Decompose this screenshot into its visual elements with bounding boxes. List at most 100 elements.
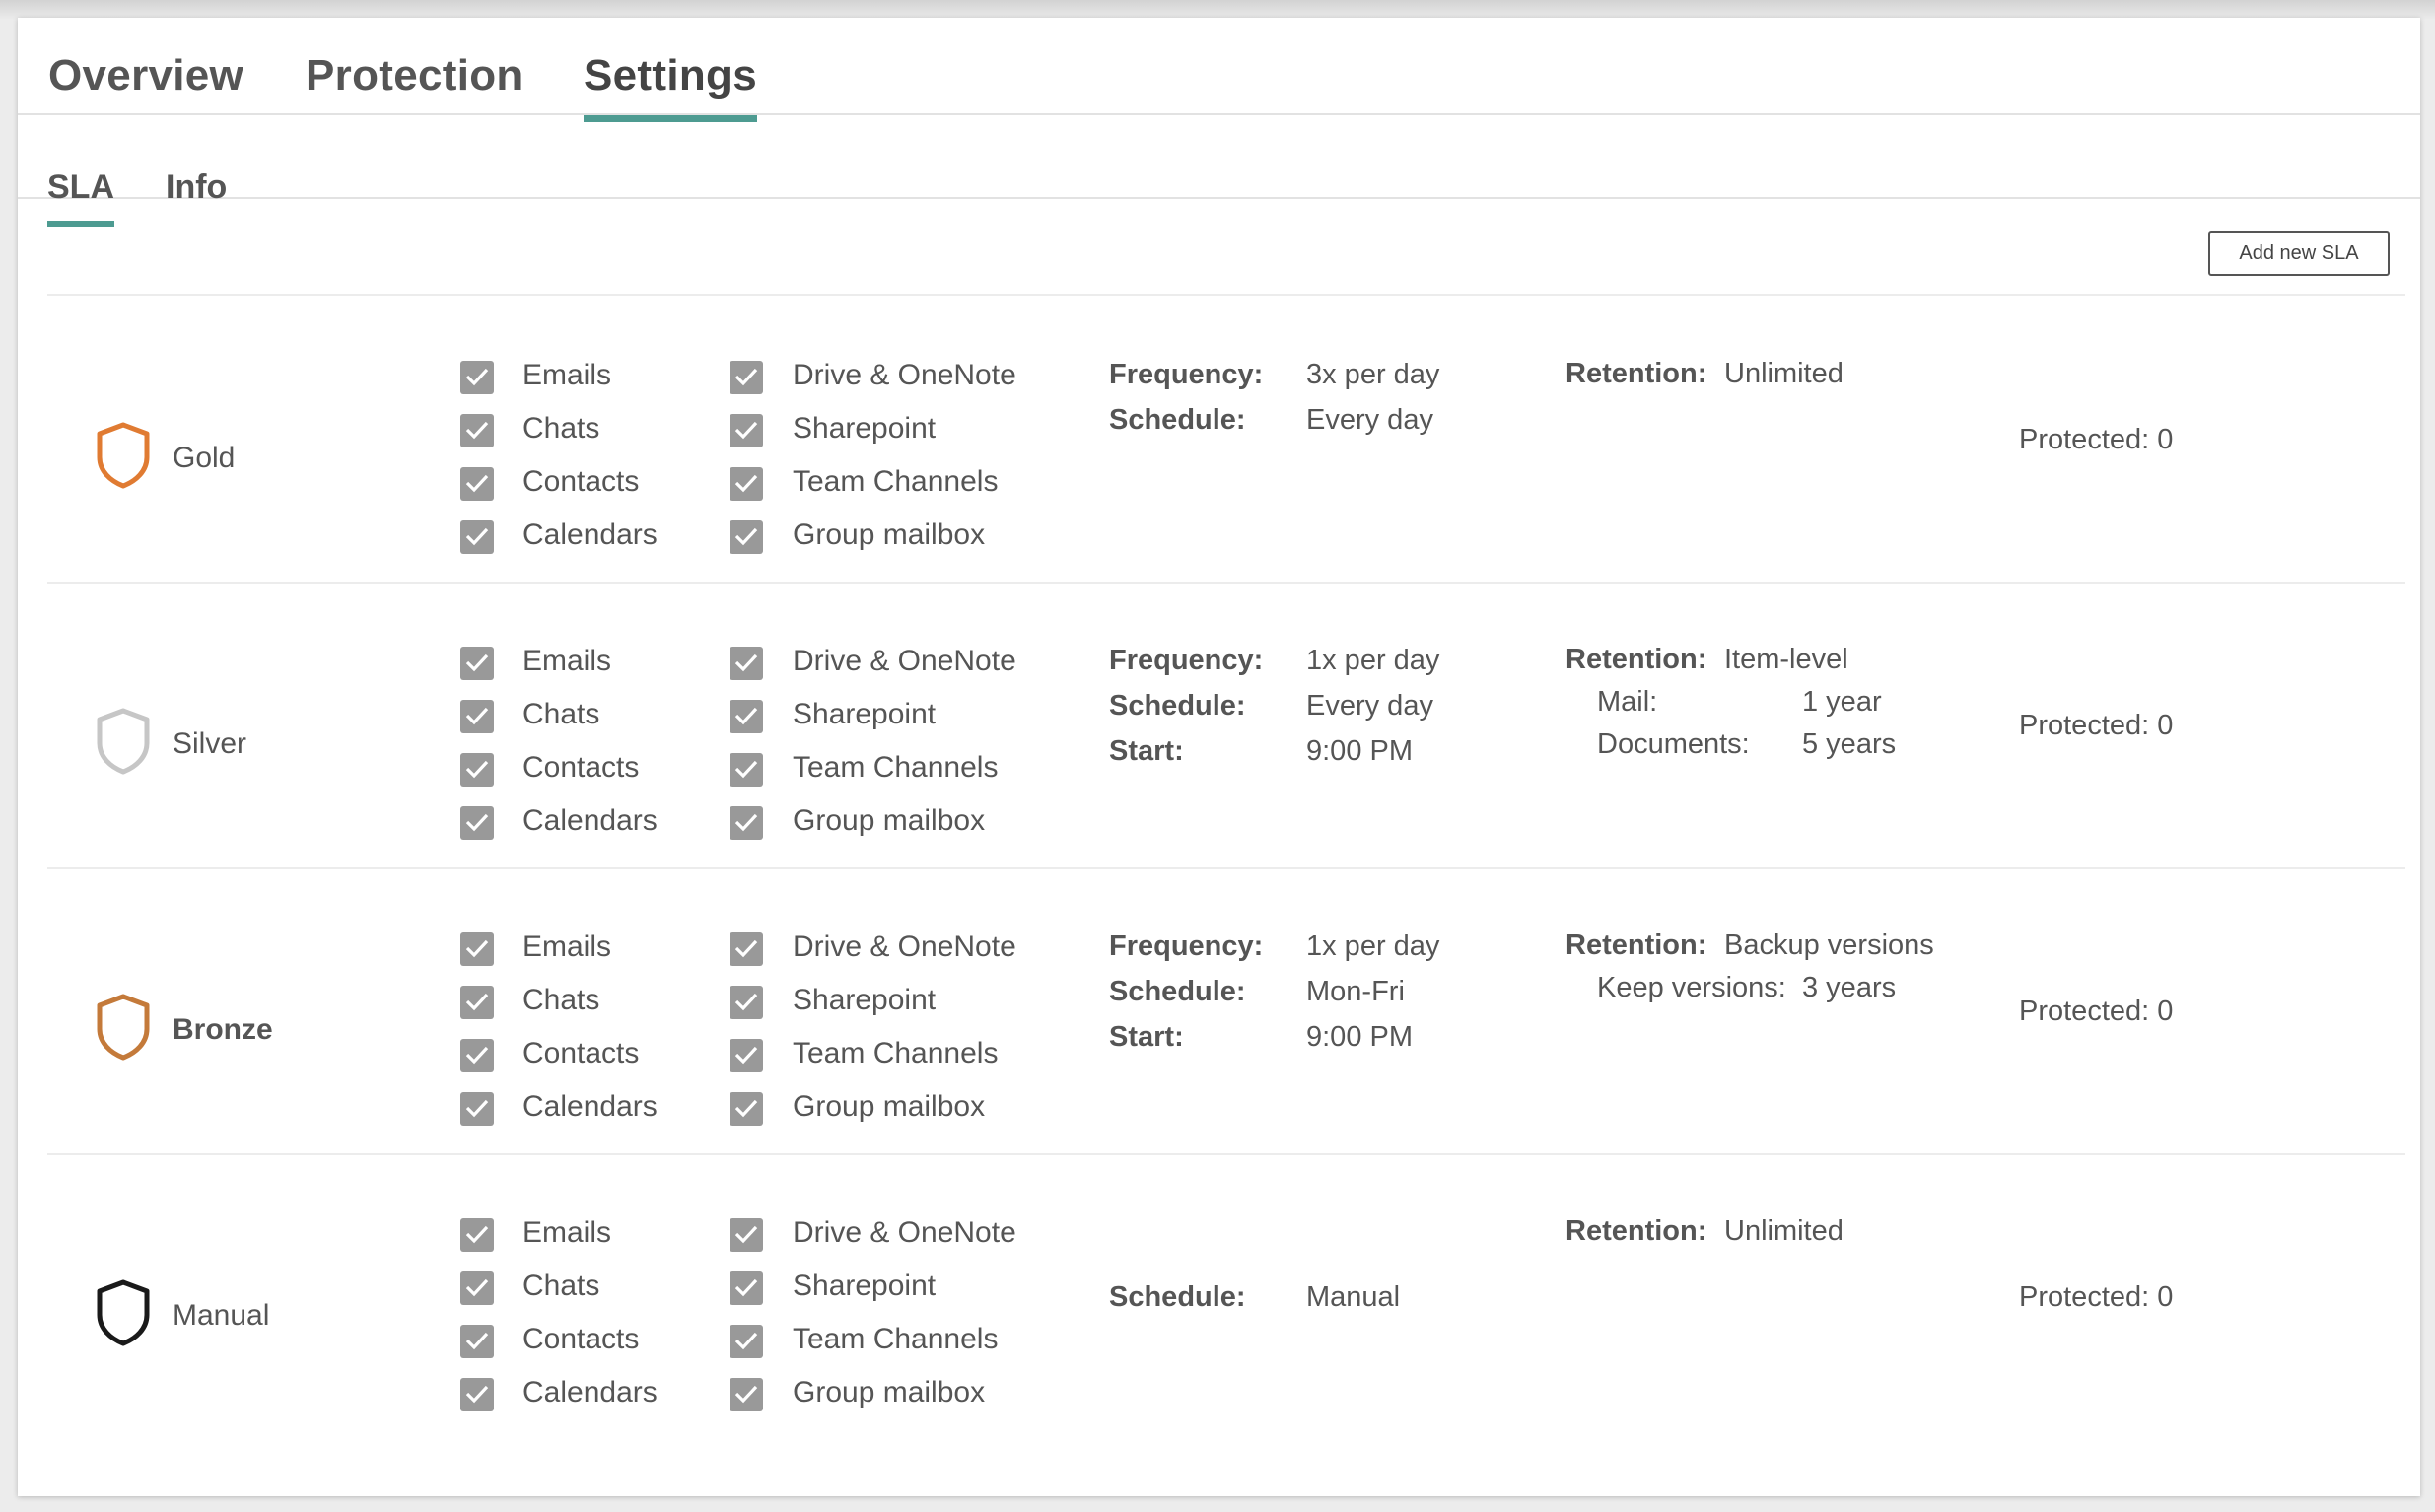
contacts-checkbox[interactable] xyxy=(460,1325,494,1358)
chats-label: Chats xyxy=(522,698,600,730)
schedule-value: Every day xyxy=(1306,404,1433,436)
main-tab-bar: Overview Protection Settings xyxy=(18,18,2420,122)
retention-value: Item-level xyxy=(1724,644,1848,675)
chats-label: Chats xyxy=(522,412,600,445)
chats-checkbox[interactable] xyxy=(460,986,494,1019)
drive-onenote-checkbox[interactable] xyxy=(730,647,763,680)
calendars-checkbox[interactable] xyxy=(460,1378,494,1411)
sharepoint-checkbox[interactable] xyxy=(730,700,763,733)
sla-row-bronze[interactable]: Bronze Emails Chats Contacts Calendars D… xyxy=(47,867,2405,1155)
group-mailbox-checkbox[interactable] xyxy=(730,806,763,840)
protected-count: Protected: 0 xyxy=(2019,710,2174,741)
sla-row-manual[interactable]: Manual Emails Chats Contacts Calendars D… xyxy=(47,1153,2405,1439)
sharepoint-label: Sharepoint xyxy=(793,1270,937,1302)
emails-checkbox[interactable] xyxy=(460,647,494,680)
tab-overview[interactable]: Overview xyxy=(48,51,244,101)
retention-mail-value: 1 year xyxy=(1802,686,1882,718)
emails-label: Emails xyxy=(522,359,612,391)
chats-checkbox[interactable] xyxy=(460,700,494,733)
gold-shield-icon xyxy=(97,422,150,489)
team-channels-checkbox[interactable] xyxy=(730,467,763,501)
drive-onenote-checkbox[interactable] xyxy=(730,1218,763,1252)
retention-value: Unlimited xyxy=(1724,358,1844,389)
drive-onenote-label: Drive & OneNote xyxy=(793,930,1016,963)
schedule-label: Schedule: xyxy=(1109,404,1246,436)
emails-checkbox[interactable] xyxy=(460,361,494,394)
frequency-label: Frequency: xyxy=(1109,645,1264,676)
protected-count: Protected: 0 xyxy=(2019,1281,2174,1313)
team-channels-label: Team Channels xyxy=(793,465,999,498)
sharepoint-label: Sharepoint xyxy=(793,984,937,1016)
frequency-value: 1x per day xyxy=(1306,645,1440,676)
window-top-shadow xyxy=(0,0,2435,20)
group-mailbox-checkbox[interactable] xyxy=(730,1378,763,1411)
start-label: Start: xyxy=(1109,735,1184,767)
team-channels-label: Team Channels xyxy=(793,751,999,784)
start-label: Start: xyxy=(1109,1021,1184,1053)
group-mailbox-checkbox[interactable] xyxy=(730,1092,763,1126)
retention-value: Backup versions xyxy=(1724,929,1934,961)
schedule-value: Every day xyxy=(1306,690,1433,722)
contacts-label: Contacts xyxy=(522,1323,640,1355)
drive-onenote-checkbox[interactable] xyxy=(730,932,763,966)
emails-checkbox[interactable] xyxy=(460,1218,494,1252)
emails-label: Emails xyxy=(522,930,612,963)
sla-row-gold[interactable]: Gold Emails Chats Contacts Calendars Dri… xyxy=(47,296,2405,584)
contacts-label: Contacts xyxy=(522,465,640,498)
group-mailbox-label: Group mailbox xyxy=(793,518,986,551)
contacts-checkbox[interactable] xyxy=(460,467,494,501)
team-channels-label: Team Channels xyxy=(793,1037,999,1069)
team-channels-checkbox[interactable] xyxy=(730,1325,763,1358)
calendars-label: Calendars xyxy=(522,1376,658,1409)
emails-label: Emails xyxy=(522,1216,612,1249)
calendars-checkbox[interactable] xyxy=(460,806,494,840)
retention-label: Retention: xyxy=(1565,358,1707,389)
calendars-label: Calendars xyxy=(522,804,658,837)
tab-protection[interactable]: Protection xyxy=(306,51,523,101)
drive-onenote-checkbox[interactable] xyxy=(730,361,763,394)
add-new-sla-button[interactable]: Add new SLA xyxy=(2208,231,2390,276)
chats-checkbox[interactable] xyxy=(460,1271,494,1305)
frequency-value: 3x per day xyxy=(1306,359,1440,390)
team-channels-checkbox[interactable] xyxy=(730,753,763,787)
protected-count: Protected: 0 xyxy=(2019,424,2174,455)
sla-name: Bronze xyxy=(173,1013,273,1046)
sla-name: Manual xyxy=(173,1299,270,1332)
group-mailbox-label: Group mailbox xyxy=(793,1090,986,1123)
retention-documents-value: 5 years xyxy=(1802,728,1897,760)
sharepoint-checkbox[interactable] xyxy=(730,1271,763,1305)
tab-settings[interactable]: Settings xyxy=(584,51,757,122)
sharepoint-label: Sharepoint xyxy=(793,412,937,445)
sharepoint-checkbox[interactable] xyxy=(730,986,763,1019)
sla-name: Silver xyxy=(173,727,247,760)
silver-shield-icon xyxy=(97,708,150,775)
calendars-label: Calendars xyxy=(522,518,658,551)
frequency-label: Frequency: xyxy=(1109,930,1264,962)
contacts-label: Contacts xyxy=(522,751,640,784)
tab-info[interactable]: Info xyxy=(166,169,227,207)
chats-label: Chats xyxy=(522,1270,600,1302)
emails-checkbox[interactable] xyxy=(460,932,494,966)
bronze-shield-icon xyxy=(97,994,150,1061)
group-mailbox-label: Group mailbox xyxy=(793,1376,986,1409)
calendars-checkbox[interactable] xyxy=(460,520,494,554)
sla-row-silver[interactable]: Silver Emails Chats Contacts Calendars D… xyxy=(47,582,2405,869)
team-channels-checkbox[interactable] xyxy=(730,1039,763,1072)
calendars-checkbox[interactable] xyxy=(460,1092,494,1126)
schedule-label: Schedule: xyxy=(1109,976,1246,1007)
sharepoint-label: Sharepoint xyxy=(793,698,937,730)
contacts-checkbox[interactable] xyxy=(460,1039,494,1072)
chats-checkbox[interactable] xyxy=(460,414,494,447)
sharepoint-checkbox[interactable] xyxy=(730,414,763,447)
contacts-checkbox[interactable] xyxy=(460,753,494,787)
group-mailbox-checkbox[interactable] xyxy=(730,520,763,554)
drive-onenote-label: Drive & OneNote xyxy=(793,1216,1016,1249)
emails-label: Emails xyxy=(522,645,612,677)
sla-name: Gold xyxy=(173,442,236,474)
tab-sla[interactable]: SLA xyxy=(47,169,114,227)
start-value: 9:00 PM xyxy=(1306,735,1413,767)
frequency-value: 1x per day xyxy=(1306,930,1440,962)
retention-value: Unlimited xyxy=(1724,1215,1844,1247)
drive-onenote-label: Drive & OneNote xyxy=(793,645,1016,677)
retention-mail-label: Mail: xyxy=(1597,686,1658,718)
